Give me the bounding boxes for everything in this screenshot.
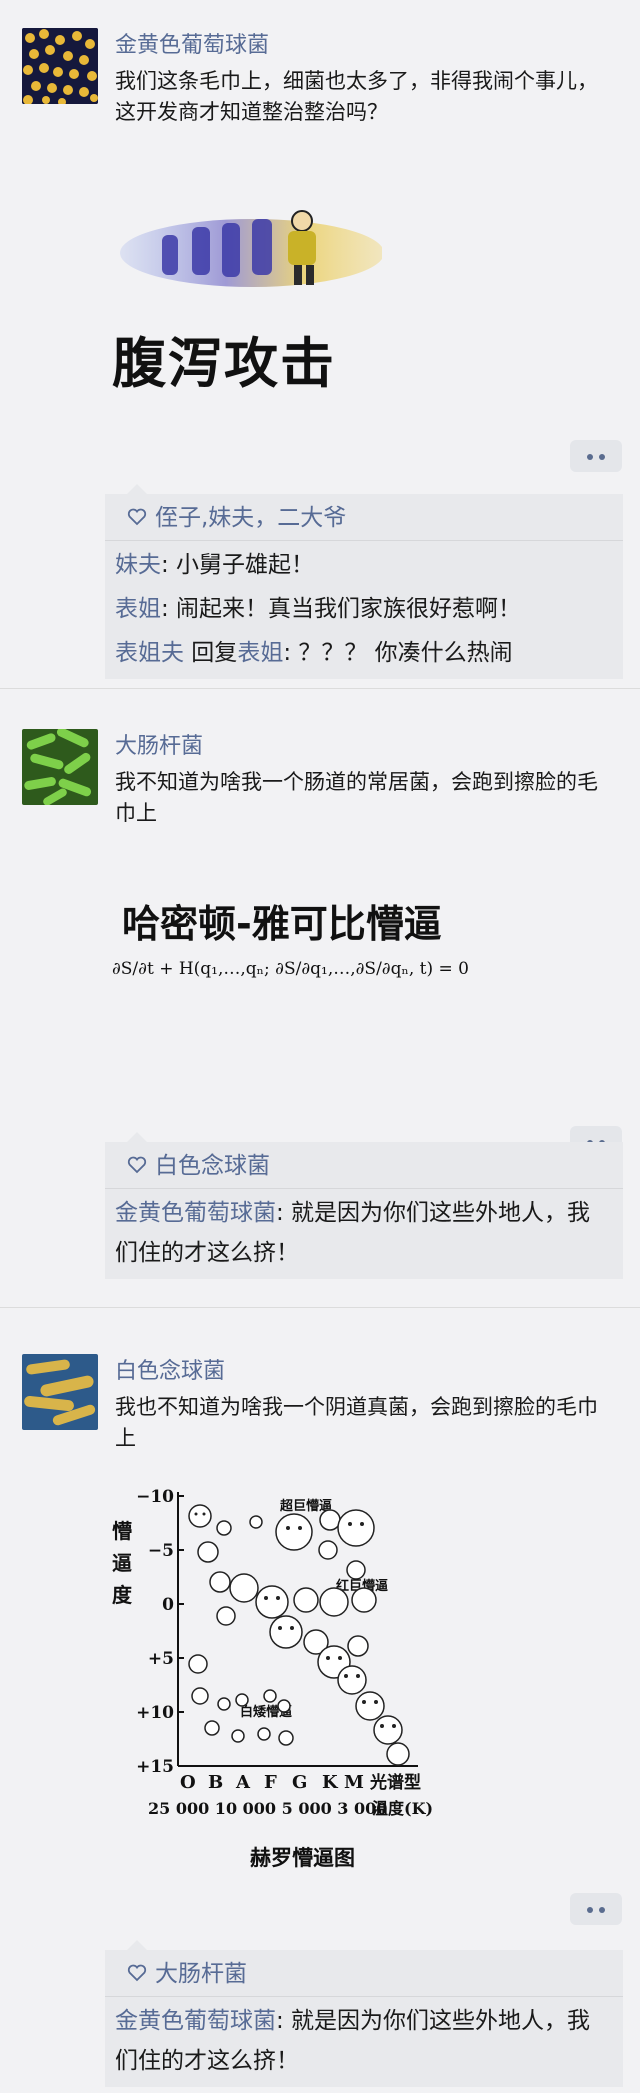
post-author-name[interactable]: 白色念球菌 bbox=[115, 1358, 225, 1386]
comment-item[interactable]: 金黄色葡萄球菌: 就是因为你们这些外地人，我们住的才这么挤！ bbox=[105, 1191, 623, 1275]
y-axis-label-char: 懵 bbox=[112, 1519, 132, 1543]
post-card: 金黄色葡萄球菌 我们这条毛巾上，细菌也太多了，非得我闹个事儿，这开发商才知道整治… bbox=[0, 0, 640, 689]
post-author-name[interactable]: 大肠杆菌 bbox=[115, 733, 203, 761]
likes-row: 大肠杆菌 bbox=[105, 1950, 623, 1997]
post-card: 大肠杆菌 我不知道为啥我一个肠道的常居菌，会跑到擦脸的毛巾上 哈密顿-雅可比懵逼… bbox=[0, 689, 640, 1308]
dot-icon bbox=[587, 454, 593, 460]
y-tick-label: +15 bbox=[136, 1757, 174, 1777]
staphylococcus-avatar-image bbox=[22, 28, 98, 104]
y-axis-label-char: 度 bbox=[112, 1583, 133, 1607]
x-tick-label: F bbox=[264, 1772, 277, 1793]
meme-caption: 腹泻攻击 bbox=[112, 332, 336, 395]
diagram-title: 赫罗懵逼图 bbox=[250, 1845, 355, 1870]
candida-avatar-image bbox=[22, 1354, 98, 1430]
comment-text: : 小舅子雄起！ bbox=[161, 552, 315, 578]
temperature-label: 温度(K) bbox=[371, 1799, 433, 1818]
post-image[interactable]: 腹泻攻击 bbox=[112, 205, 384, 395]
comment-text: : ？？？ 你凑什么热闹 bbox=[283, 640, 513, 666]
comment-user[interactable]: 妹夫 bbox=[115, 552, 161, 578]
y-axis-label-char: 逼 bbox=[112, 1551, 132, 1575]
y-tick-label: +5 bbox=[148, 1649, 174, 1669]
heart-icon bbox=[127, 1156, 147, 1174]
likes-names[interactable]: 白色念球菌 bbox=[155, 1153, 270, 1179]
reply-word: 回复 bbox=[184, 640, 238, 666]
x-tick-label: B bbox=[208, 1772, 223, 1793]
reply-to-user[interactable]: 表姐 bbox=[237, 640, 283, 666]
post-image[interactable]: 哈密顿-雅可比懵逼 ∂S/∂t + H(q₁,…,qₙ; ∂S/∂q₁,…,∂S… bbox=[112, 899, 512, 1029]
comment-item[interactable]: 妹夫: 小舅子雄起！ bbox=[105, 543, 623, 587]
moments-feed: 金黄色葡萄球菌 我们这条毛巾上，细菌也太多了，非得我闹个事儿，这开发商才知道整治… bbox=[0, 0, 640, 2093]
comment-user[interactable]: 金黄色葡萄球菌 bbox=[115, 2008, 276, 2034]
comments-section: 大肠杆菌 金黄色葡萄球菌: 就是因为你们这些外地人，我们住的才这么挤！ bbox=[105, 1940, 623, 2087]
post-text: 我不知道为啥我一个肠道的常居菌，会跑到擦脸的毛巾上 bbox=[115, 770, 598, 825]
running-figures-image bbox=[120, 210, 384, 287]
dot-icon bbox=[599, 1907, 605, 1913]
comments-section: 侄子,妹夫，二大爷 妹夫: 小舅子雄起！ 表姐: 闹起来！真当我们家族很好惹啊！… bbox=[105, 484, 623, 679]
hr-diagram-image: −10 −5 0 +5 +10 +15 懵 逼 度 O B A F G K M … bbox=[112, 1487, 433, 1818]
avatar[interactable] bbox=[22, 1354, 98, 1430]
comments-section: 白色念球菌 金黄色葡萄球菌: 就是因为你们这些外地人，我们住的才这么挤！ bbox=[105, 1132, 623, 1279]
x-tick-label: A bbox=[235, 1772, 251, 1793]
formula: ∂S/∂t + H(q₁,…,qₙ; ∂S/∂q₁,…,∂S/∂qₙ, t) =… bbox=[112, 959, 469, 979]
comment-item[interactable]: 金黄色葡萄球菌: 就是因为你们这些外地人，我们住的才这么挤！ bbox=[105, 1999, 623, 2083]
x-tick-label: G bbox=[292, 1772, 307, 1793]
more-options-button[interactable] bbox=[570, 440, 622, 472]
likes-row: 白色念球菌 bbox=[105, 1142, 623, 1189]
y-tick-label: −10 bbox=[136, 1487, 174, 1507]
x-tick-label: O bbox=[180, 1772, 196, 1793]
comment-user[interactable]: 金黄色葡萄球菌 bbox=[115, 1200, 276, 1226]
x-tick-label: K bbox=[322, 1772, 339, 1793]
comment-text: : 闹起来！真当我们家族很好惹啊！ bbox=[161, 596, 522, 622]
dot-icon bbox=[599, 454, 605, 460]
comment-user[interactable]: 表姐 bbox=[115, 596, 161, 622]
meme-faces bbox=[188, 1504, 410, 1766]
avatar[interactable] bbox=[22, 729, 98, 805]
comment-user[interactable]: 表姐夫 bbox=[115, 640, 184, 666]
post-text: 我们这条毛巾上，细菌也太多了，非得我闹个事儿，这开发商才知道整治整治吗？ bbox=[115, 69, 598, 124]
meme-caption: 哈密顿-雅可比懵逼 bbox=[122, 902, 442, 946]
likes-row: 侄子,妹夫，二大爷 bbox=[105, 494, 623, 541]
avatar[interactable] bbox=[22, 28, 98, 104]
post-text: 我也不知道为啥我一个阴道真菌，会跑到擦脸的毛巾上 bbox=[115, 1395, 598, 1450]
y-tick-label: 0 bbox=[162, 1595, 174, 1615]
comment-item[interactable]: 表姐: 闹起来！真当我们家族很好惹啊！ bbox=[105, 587, 623, 631]
post-image[interactable]: −10 −5 0 +5 +10 +15 懵 逼 度 O B A F G K M … bbox=[108, 1484, 498, 1828]
likes-names[interactable]: 侄子,妹夫，二大爷 bbox=[155, 505, 346, 531]
y-tick-label: −5 bbox=[148, 1541, 174, 1561]
more-options-button[interactable] bbox=[570, 1893, 622, 1925]
dot-icon bbox=[587, 1907, 593, 1913]
heart-icon bbox=[127, 1964, 147, 1982]
post-card: 白色念球菌 我也不知道为啥我一个阴道真菌，会跑到擦脸的毛巾上 −10 −5 0 … bbox=[0, 1308, 640, 2093]
heart-icon bbox=[127, 508, 147, 526]
x-axis-label: 光谱型 bbox=[369, 1772, 421, 1793]
ecoli-avatar-image bbox=[22, 729, 98, 805]
comment-item[interactable]: 表姐夫 回复表姐: ？？？ 你凑什么热闹 bbox=[105, 631, 623, 675]
x-tick-label: M bbox=[344, 1772, 364, 1793]
post-author-name[interactable]: 金黄色葡萄球菌 bbox=[115, 32, 269, 60]
temperature-ticks: 25 000 10 000 5 000 3 000 bbox=[148, 1799, 387, 1818]
likes-names[interactable]: 大肠杆菌 bbox=[155, 1961, 247, 1987]
y-tick-label: +10 bbox=[136, 1703, 174, 1723]
